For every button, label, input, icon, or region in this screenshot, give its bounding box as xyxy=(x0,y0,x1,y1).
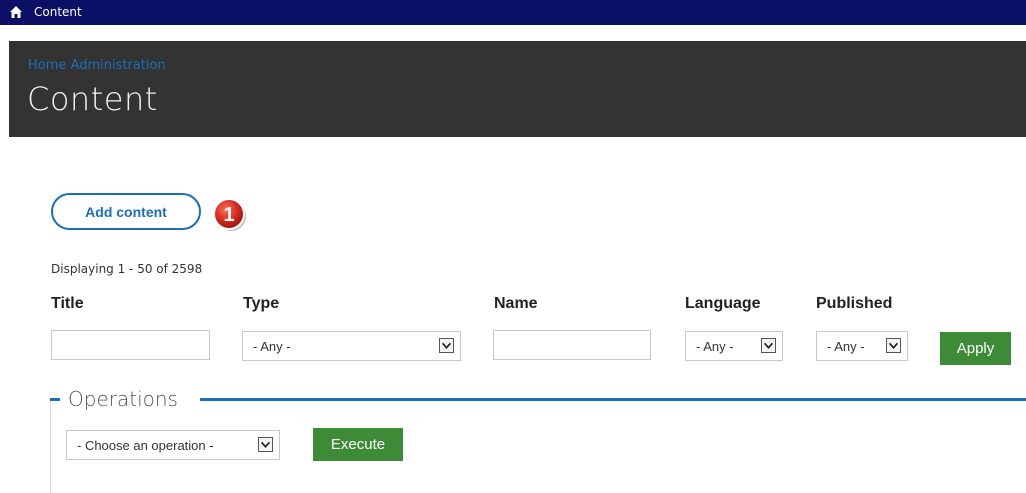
operations-legend: Operations xyxy=(68,387,178,411)
published-filter-select[interactable]: - Any - xyxy=(816,331,908,361)
type-filter-label: Type xyxy=(243,295,280,312)
home-icon[interactable] xyxy=(9,5,23,19)
name-filter-input[interactable] xyxy=(493,330,651,360)
language-filter-label: Language xyxy=(685,295,761,312)
language-select-value: - Any - xyxy=(696,339,734,354)
fieldset-border xyxy=(50,401,51,493)
chevron-down-icon xyxy=(439,338,454,353)
published-filter-label: Published xyxy=(816,295,893,312)
name-filter-label: Name xyxy=(494,295,538,312)
result-count: Displaying 1 - 50 of 2598 xyxy=(51,262,203,276)
execute-button[interactable]: Execute xyxy=(313,428,403,461)
fieldset-divider-left xyxy=(50,398,60,401)
breadcrumb[interactable]: Home Administration xyxy=(28,58,166,73)
chevron-down-icon xyxy=(886,338,901,353)
apply-button[interactable]: Apply xyxy=(940,332,1011,365)
page-header: Home Administration Content xyxy=(9,41,1026,137)
operation-select-value: - Choose an operation - xyxy=(77,438,214,453)
published-select-value: - Any - xyxy=(827,339,865,354)
title-filter-label: Title xyxy=(51,295,84,312)
top-toolbar: Content xyxy=(0,0,1026,25)
operation-select[interactable]: - Choose an operation - xyxy=(66,430,280,460)
title-filter-input[interactable] xyxy=(51,330,210,360)
type-filter-select[interactable]: - Any - xyxy=(242,331,461,361)
add-content-button[interactable]: Add content xyxy=(51,193,201,230)
step-callout-badge: 1 xyxy=(213,198,246,231)
toolbar-content-link[interactable]: Content xyxy=(34,5,82,19)
page-title: Content xyxy=(27,80,158,118)
chevron-down-icon xyxy=(761,338,776,353)
fieldset-divider-right xyxy=(200,398,1026,401)
language-filter-select[interactable]: - Any - xyxy=(685,331,783,361)
chevron-down-icon xyxy=(258,437,273,452)
type-select-value: - Any - xyxy=(253,339,291,354)
callout-number: 1 xyxy=(223,204,234,226)
